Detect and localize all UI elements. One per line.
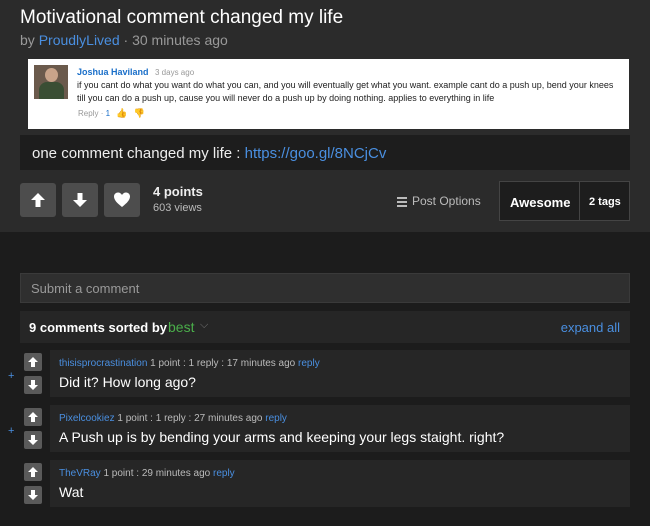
by-prefix: by [20, 32, 35, 48]
comment-body: Pixelcookiez 1 point : 1 reply : 27 minu… [50, 405, 630, 452]
comment-username[interactable]: thisisprocrastination [59, 358, 147, 369]
thumbs-down-icon: 👎 [133, 108, 145, 118]
comment-text: Did it? How long ago? [59, 374, 196, 390]
favorite-button[interactable] [104, 183, 140, 217]
comment-upvote-button[interactable] [24, 353, 42, 371]
reply-link[interactable]: reply [298, 358, 320, 369]
arrow-up-icon [31, 193, 45, 207]
comment-upvote-button[interactable] [24, 408, 42, 426]
tag-divider [579, 182, 580, 220]
arrow-down-icon [28, 435, 38, 445]
menu-icon [397, 195, 407, 209]
comment-text: A Push up is by bending your arms and ke… [59, 429, 505, 445]
comment-stats: 1 point : 1 reply : 17 minutes ago [147, 358, 299, 369]
screenshot-comment-text: if you cant do what you want do what you… [77, 80, 614, 103]
post-title: Motivational comment changed my life [20, 7, 344, 28]
description-link[interactable]: https://goo.gl/8NCjCv [245, 145, 387, 162]
post-options-label: Post Options [412, 194, 481, 208]
comment-item: + Pixelcookiez 1 point : 1 reply : 27 mi… [8, 405, 630, 452]
screenshot-time: 3 days ago [155, 68, 195, 77]
submit-comment-input[interactable]: Submit a comment [20, 273, 630, 303]
chevron-down-icon[interactable]: ⌵ [200, 319, 208, 332]
comment-text: Wat [59, 484, 84, 500]
arrow-down-icon [28, 490, 38, 500]
comment-username[interactable]: Pixelcookiez [59, 413, 115, 424]
reply-link[interactable]: reply [265, 413, 287, 424]
arrow-up-icon [28, 467, 38, 477]
heart-icon [114, 192, 130, 207]
comment-body: thisisprocrastination 1 point : 1 reply … [50, 350, 630, 397]
reply-link[interactable]: reply [213, 468, 235, 479]
comment-downvote-button[interactable] [24, 486, 42, 504]
screenshot-dot: · [100, 109, 104, 118]
tags-box: Awesome 2 tags [499, 181, 630, 221]
post-byline: by ProudlyLived · 30 minutes ago [20, 32, 228, 48]
comments-count-text: 9 comments sorted by [29, 320, 167, 335]
comment-stats: 1 point : 29 minutes ago [100, 468, 213, 479]
tag-awesome[interactable]: Awesome [510, 195, 570, 210]
expand-plus-icon[interactable]: + [8, 370, 14, 382]
thumbs-up-icon: 👍 [116, 108, 128, 118]
downvote-button[interactable] [62, 183, 98, 217]
screenshot-author: Joshua Haviland [77, 67, 149, 77]
sort-dropdown[interactable]: best [168, 319, 194, 335]
screenshot-likes: 1 [105, 109, 111, 118]
screenshot-actions: Reply · 1 👍 👎 [78, 108, 145, 119]
avatar [34, 65, 68, 99]
post-time: · 30 minutes ago [123, 32, 228, 48]
points-count: 4 points [153, 184, 203, 199]
arrow-down-icon [28, 380, 38, 390]
comment-meta: thisisprocrastination 1 point : 1 reply … [59, 358, 320, 369]
description-text: one comment changed my life : [32, 145, 245, 162]
expand-plus-icon[interactable]: + [8, 425, 14, 437]
comment-item: + thisisprocrastination 1 point : 1 repl… [8, 350, 630, 397]
expand-all-link[interactable]: expand all [561, 320, 620, 335]
comment-body: TheVRay 1 point : 29 minutes ago reply W… [50, 460, 630, 507]
post-panel: Motivational comment changed my life by … [0, 0, 650, 232]
comment-downvote-button[interactable] [24, 376, 42, 394]
tags-count-button[interactable]: 2 tags [589, 196, 621, 208]
upvote-button[interactable] [20, 183, 56, 217]
comments-sort-bar: 9 comments sorted by best ⌵ expand all [20, 311, 630, 343]
post-options-button[interactable]: Post Options [397, 194, 481, 209]
author-link[interactable]: ProudlyLived [39, 32, 120, 48]
screenshot-reply: Reply [78, 109, 99, 118]
comment-meta: Pixelcookiez 1 point : 1 reply : 27 minu… [59, 413, 287, 424]
comment-meta: TheVRay 1 point : 29 minutes ago reply [59, 468, 235, 479]
comment-screenshot-image: Joshua Haviland 3 days ago if you cant d… [28, 59, 629, 129]
views-count: 603 views [153, 202, 202, 214]
comment-upvote-button[interactable] [24, 463, 42, 481]
comment-username[interactable]: TheVRay [59, 468, 101, 479]
post-description: one comment changed my life : https://go… [20, 135, 630, 170]
arrow-up-icon [28, 412, 38, 422]
comment-stats: 1 point : 1 reply : 27 minutes ago [114, 413, 266, 424]
comment-downvote-button[interactable] [24, 431, 42, 449]
comment-item: TheVRay 1 point : 29 minutes ago reply W… [20, 460, 630, 507]
arrow-down-icon [73, 193, 87, 207]
arrow-up-icon [28, 357, 38, 367]
